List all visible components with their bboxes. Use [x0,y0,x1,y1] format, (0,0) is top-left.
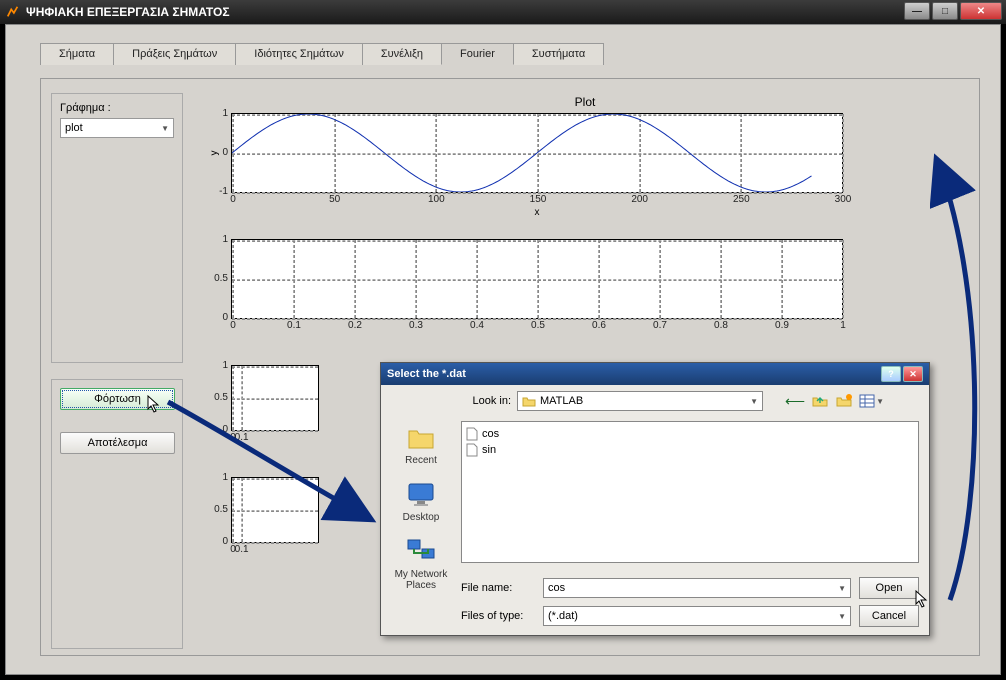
place-network[interactable]: My Network Places [389,535,453,591]
folder-icon [522,395,536,407]
chart-empty-3: 00.100.51 [231,365,319,431]
tab-2[interactable]: Ιδιότητες Σημάτων [235,43,363,65]
dialog-help-button[interactable]: ? [881,366,901,382]
lookin-label: Look in: [461,395,511,407]
places-bar: Recent Desktop My Network Places [389,421,453,603]
back-icon[interactable]: ⟵ [785,393,805,410]
tabs: ΣήματαΠράξεις ΣημάτωνΙδιότητες ΣημάτωνΣυ… [40,43,1000,65]
dialog-titlebar: Select the *.dat ? ✕ [381,363,929,385]
filetype-select[interactable]: (*.dat) ▼ [543,606,851,626]
place-recent[interactable]: Recent [389,421,453,466]
chart-empty-2: 00.10.20.30.40.50.60.70.80.9100.51 [231,239,843,319]
dialog-close-button[interactable]: ✕ [903,366,923,382]
chevron-down-icon: ▼ [750,397,758,406]
graph-select[interactable]: plot ▼ [60,118,174,138]
file-open-dialog: Select the *.dat ? ✕ Look in: MATLAB ▼ ⟵ [380,362,930,636]
tab-0[interactable]: Σήματα [40,43,114,65]
titlebar: ΨΗΦΙΑΚΗ ΕΠΕΞΕΡΓΑΣΙΑ ΣΗΜΑΤΟΣ — □ ✕ [0,0,1006,24]
chart-main: y x 050100150200250300-101 [231,113,843,193]
chevron-down-icon: ▼ [161,124,169,133]
maximize-button[interactable]: □ [932,2,958,20]
open-button[interactable]: Open [859,577,919,599]
filename-label: File name: [461,582,535,594]
x-axis-label: x [535,207,540,218]
dialog-title: Select the *.dat [387,368,466,380]
load-button[interactable]: Φόρτωση [60,388,175,410]
graph-selector-box: Γράφημα : plot ▼ [51,93,183,363]
up-folder-icon[interactable] [811,392,829,411]
folder-recent-icon [405,421,437,453]
place-desktop[interactable]: Desktop [389,478,453,523]
tab-3[interactable]: Συνέλιξη [362,43,442,65]
chart-title: Plot [201,95,969,109]
filetype-label: Files of type: [461,610,535,622]
cancel-button[interactable]: Cancel [859,605,919,627]
new-folder-icon[interactable] [835,392,853,411]
file-item[interactable]: sin [466,442,914,458]
minimize-button[interactable]: — [904,2,930,20]
app-icon [6,5,20,19]
lookin-select[interactable]: MATLAB ▼ [517,391,763,411]
file-icon [466,443,478,457]
file-icon [466,427,478,441]
chart-empty-4: 00.100.51 [231,477,319,543]
chevron-down-icon: ▼ [838,612,846,621]
chevron-down-icon: ▼ [838,584,846,593]
file-item[interactable]: cos [466,426,914,442]
filename-input[interactable]: cos ▼ [543,578,851,598]
tab-4[interactable]: Fourier [441,43,514,65]
graph-label: Γράφημα : [60,102,174,114]
desktop-icon [405,478,437,510]
tab-1[interactable]: Πράξεις Σημάτων [113,43,236,65]
view-menu-icon[interactable]: ▼ [859,394,884,408]
file-list[interactable]: cos sin [461,421,919,563]
close-button[interactable]: ✕ [960,2,1002,20]
actions-box: Φόρτωση Αποτέλεσμα [51,379,183,649]
result-button[interactable]: Αποτέλεσμα [60,432,175,454]
tab-5[interactable]: Συστήματα [513,43,604,65]
network-icon [405,535,437,567]
window-title: ΨΗΦΙΑΚΗ ΕΠΕΞΕΡΓΑΣΙΑ ΣΗΜΑΤΟΣ [26,5,230,19]
